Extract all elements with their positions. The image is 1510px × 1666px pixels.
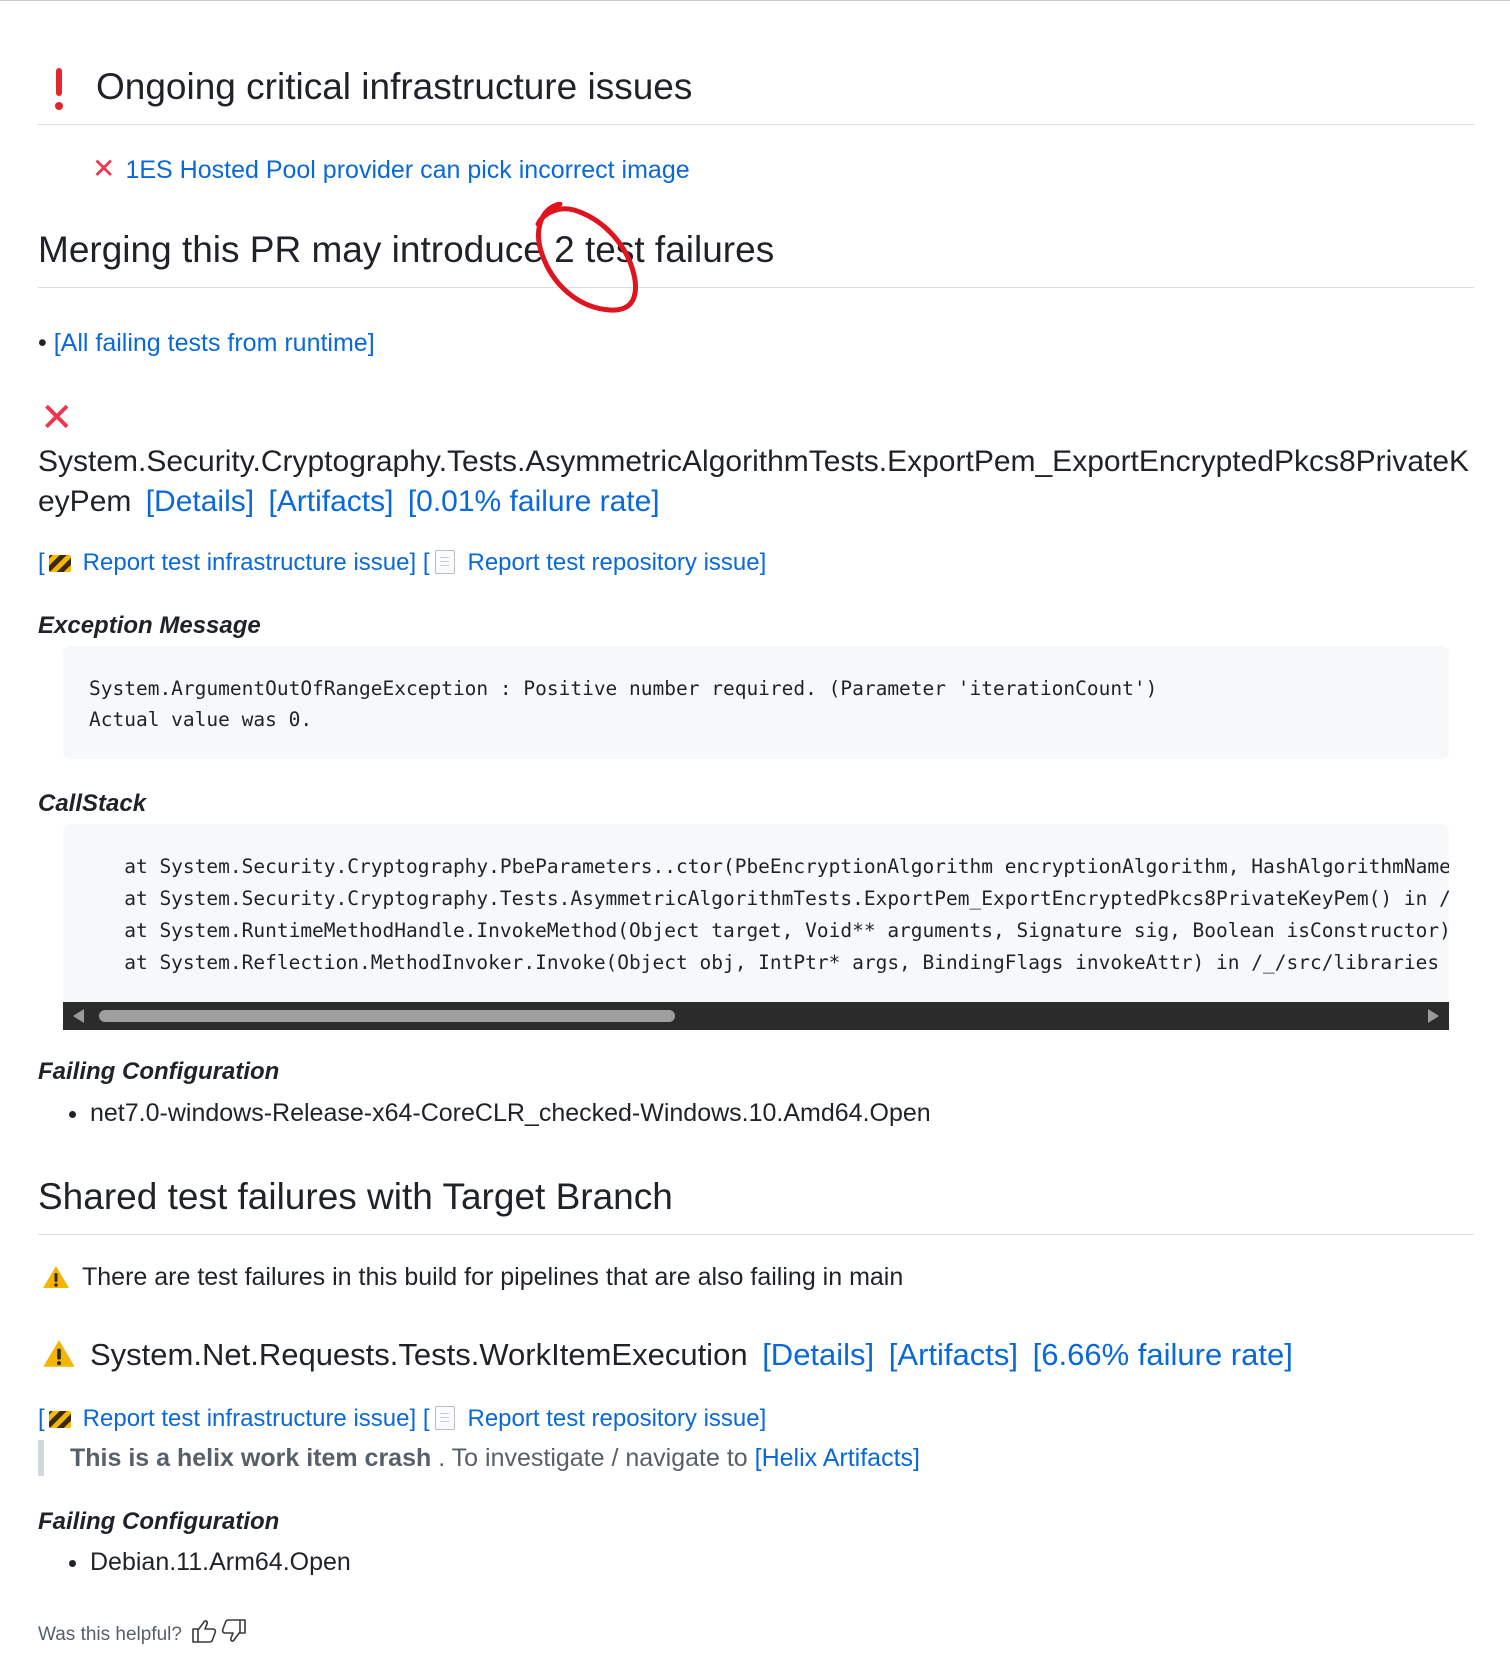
exception-text: System.ArgumentOutOfRangeException : Pos… — [89, 677, 1158, 731]
report-repo-issue-link[interactable]: Report test repository issue] — [467, 1405, 766, 1432]
failure2-details-link[interactable]: [Details] — [762, 1337, 874, 1372]
critical-issues-title: Ongoing critical infrastructure issues — [96, 66, 693, 107]
quote-bold-text: This is a helix work item crash — [70, 1444, 432, 1472]
shared-failures-title: Shared test failures with Target Branch — [38, 1176, 673, 1217]
failure2-report-links: [Report test infrastructure issue] [Repo… — [38, 1405, 766, 1433]
failure1-config-heading: Failing Configuration — [38, 1058, 280, 1085]
bracket: [ — [422, 549, 430, 576]
critical-issue-item: ✕ 1ES Hosted Pool provider can pick incor… — [92, 152, 690, 185]
scroll-left-icon[interactable] — [73, 1009, 84, 1023]
failure1-artifacts-link[interactable]: [Artifacts] — [268, 485, 393, 518]
scrollbar-thumb[interactable] — [99, 1010, 675, 1022]
feedback-buttons — [191, 1618, 249, 1650]
config-item: net7.0-windows-Release-x64-CoreCLR_check… — [90, 1099, 931, 1128]
warning-icon — [42, 1265, 70, 1289]
document-icon — [435, 550, 456, 574]
failure1-config-list: net7.0-windows-Release-x64-CoreCLR_check… — [38, 1099, 931, 1128]
bullet: • — [38, 329, 47, 357]
exception-heading: Exception Message — [38, 612, 261, 639]
scroll-right-icon[interactable] — [1428, 1009, 1439, 1023]
construction-icon — [48, 555, 71, 572]
failure2-config-list: Debian.11.Arm64.Open — [38, 1548, 351, 1577]
failure1-test-title: System.Security.Cryptography.Tests.Asymm… — [38, 442, 1474, 522]
failure2-artifacts-link[interactable]: [Artifacts] — [889, 1337, 1018, 1372]
quote-text: . To investigate / navigate to — [438, 1444, 748, 1472]
shared-failures-heading: Shared test failures with Target Branch — [38, 1172, 1474, 1235]
report-repo-issue-link[interactable]: Report test repository issue] — [467, 549, 766, 576]
failure2-failure-rate-link[interactable]: [6.66% failure rate] — [1033, 1337, 1293, 1372]
feedback-label: Was this helpful? — [38, 1624, 182, 1645]
warning-icon — [42, 1339, 76, 1368]
bracket: [ — [422, 1405, 430, 1432]
feedback-row: Was this helpful? — [38, 1618, 249, 1650]
report-infra-issue-link[interactable]: Report test infrastructure issue] — [83, 1405, 416, 1432]
callstack-code-block: at System.Security.Cryptography.PbeParam… — [63, 824, 1449, 1002]
callstack-text: at System.Security.Cryptography.PbeParam… — [124, 855, 1449, 974]
exception-code-block: System.ArgumentOutOfRangeException : Pos… — [63, 646, 1449, 759]
all-failing-tests-link[interactable]: [All failing tests from runtime] — [54, 329, 375, 357]
all-failing-item: • [All failing tests from runtime] — [38, 329, 375, 358]
failure1-report-links: [Report test infrastructure issue] [Repo… — [38, 549, 766, 577]
document-icon — [435, 1406, 456, 1430]
helix-artifacts-link[interactable]: [Helix Artifacts] — [755, 1444, 920, 1472]
cross-icon: ✕ — [92, 152, 116, 185]
config-item: Debian.11.Arm64.Open — [90, 1548, 351, 1577]
failure2-config-heading: Failing Configuration — [38, 1508, 280, 1535]
cross-icon: ✕ — [40, 395, 74, 441]
shared-warning-text: There are test failures in this build fo… — [82, 1263, 904, 1291]
thumbs-up-icon[interactable] — [192, 1620, 217, 1643]
failure2-test-name: System.Net.Requests.Tests.WorkItemExecut… — [90, 1337, 748, 1372]
critical-issues-heading: Ongoing critical infrastructure issues — [38, 62, 1474, 125]
helix-crash-quote: This is a helix work item crash . To inv… — [38, 1440, 920, 1476]
callstack-horizontal-scrollbar[interactable] — [63, 1002, 1449, 1030]
failure1-details-link[interactable]: [Details] — [146, 485, 254, 518]
merging-title: Merging this PR may introduce 2 test fai… — [38, 229, 775, 270]
failure1-failure-rate-link[interactable]: [0.01% failure rate] — [408, 485, 660, 518]
report-infra-issue-link[interactable]: Report test infrastructure issue] — [83, 549, 416, 576]
exclamation-icon — [54, 68, 64, 112]
critical-issue-link[interactable]: 1ES Hosted Pool provider can pick incorr… — [125, 156, 689, 184]
top-divider — [0, 0, 1510, 1]
shared-warning-line: There are test failures in this build fo… — [42, 1263, 903, 1292]
bracket: [ — [38, 549, 45, 576]
failure2-test-title: System.Net.Requests.Tests.WorkItemExecut… — [42, 1337, 1293, 1373]
bracket: [ — [38, 1405, 45, 1432]
thumbs-down-icon[interactable] — [222, 1619, 247, 1642]
callstack-heading: CallStack — [38, 790, 147, 817]
construction-icon — [48, 1411, 71, 1428]
merging-heading: Merging this PR may introduce 2 test fai… — [38, 225, 1474, 288]
